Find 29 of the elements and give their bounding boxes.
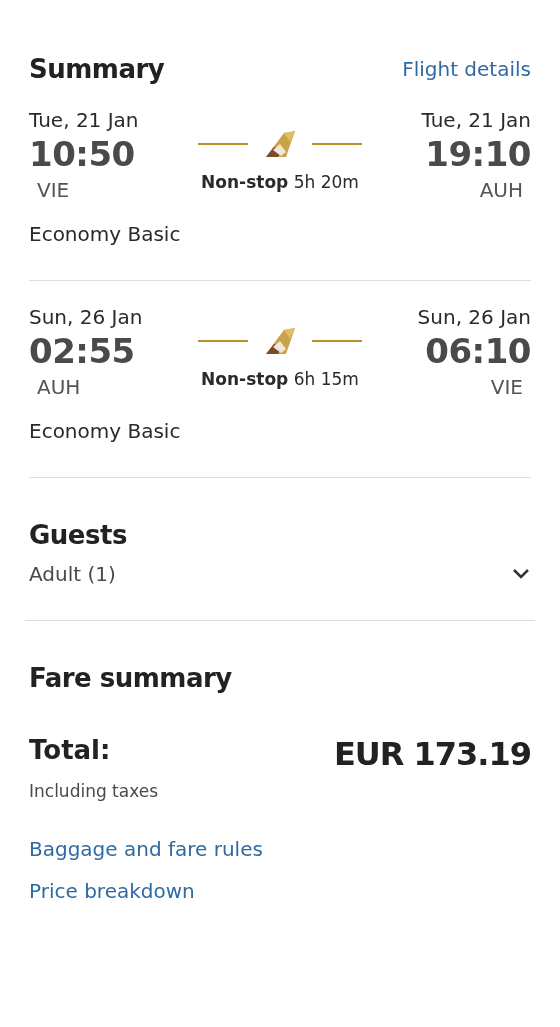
departure-date: Sun, 26 Jan	[29, 305, 143, 329]
tail-fin-icon	[264, 130, 296, 158]
departure-date: Tue, 21 Jan	[29, 108, 139, 132]
departure-airport: VIE	[37, 178, 70, 202]
arrival-time: 06:10	[425, 331, 531, 371]
departure-time: 02:55	[29, 331, 135, 371]
departure-airport: AUH	[37, 375, 81, 399]
tail-fin-icon	[264, 327, 296, 355]
fare-summary-heading: Fare summary	[29, 663, 233, 693]
departure-time: 10:50	[29, 134, 135, 174]
tax-note: Including taxes	[29, 781, 160, 801]
total-label: Total:	[29, 735, 111, 765]
chevron-icon	[511, 568, 531, 580]
summary-heading: Summary	[29, 54, 165, 84]
guests-dropdown[interactable]: Adult (1)	[29, 562, 531, 586]
arrival-date: Tue, 21 Jan	[421, 108, 531, 132]
total-price: EUR 173.19	[333, 735, 531, 773]
arrival-airport: AUH	[479, 178, 523, 202]
guests-heading: Guests	[29, 520, 128, 550]
cabin-class: Economy Basic	[29, 222, 182, 246]
flight-details-link[interactable]: Flight details	[402, 57, 531, 81]
arrival-airport: VIE	[490, 375, 523, 399]
flight-duration: Non-stop 6h 15m	[201, 369, 359, 389]
flight-duration: Non-stop 5h 20m	[201, 172, 359, 192]
fare-link[interactable]: Baggage and fare rules	[29, 837, 531, 861]
cabin-class: Economy Basic	[29, 419, 182, 443]
fare-link[interactable]: Price breakdown	[29, 879, 531, 903]
arrival-time: 19:10	[425, 134, 531, 174]
arrival-date: Sun, 26 Jan	[417, 305, 531, 329]
